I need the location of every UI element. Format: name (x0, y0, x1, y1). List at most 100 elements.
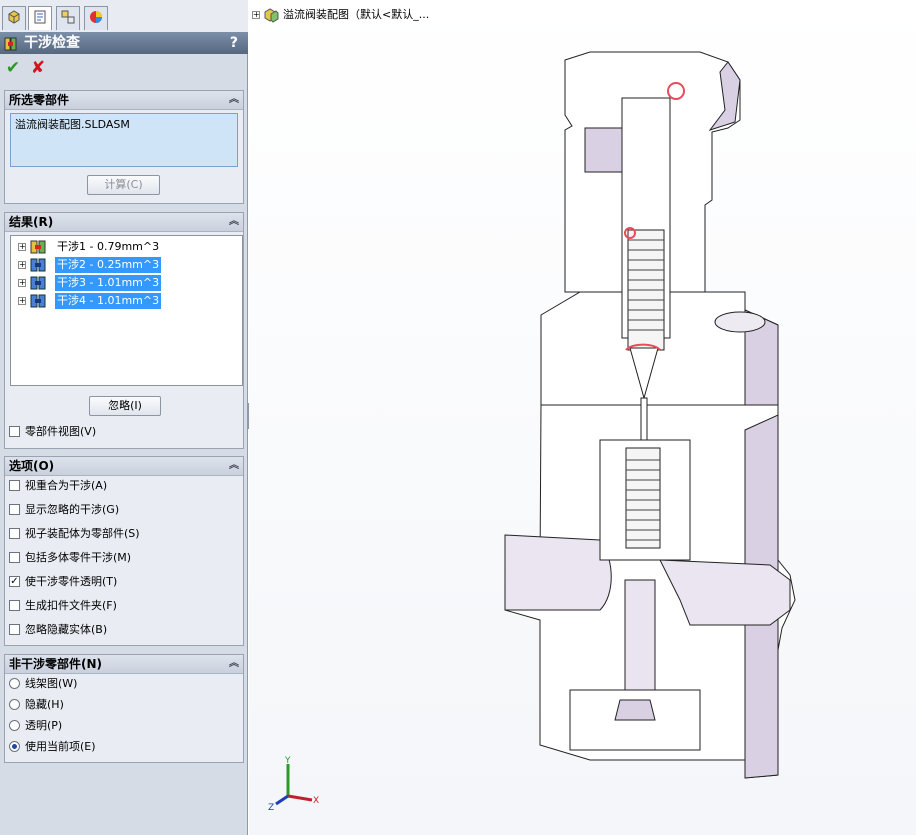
option-label: 视子装配体为零部件(S) (25, 527, 140, 540)
results-group: 结果(R) ︽ + 干涉1 - 0.79mm^3 + 干涉2 - 0.25mm^… (4, 212, 244, 449)
display-radio-selected[interactable] (9, 740, 20, 752)
option-checkbox-row[interactable]: 显示忽略的干涉(G) (9, 501, 119, 519)
options-group: 选项(O) ︽ 视重合为干涉(A) 显示忽略的干涉(G) 视子装配体为零部件(S… (4, 456, 244, 646)
cancel-button[interactable]: ✘ (29, 58, 47, 78)
interference-check-icon (4, 36, 18, 51)
component-view-checkbox-row[interactable]: 零部件视图(V) (9, 423, 96, 441)
result-label: 干涉1 - 0.79mm^3 (57, 240, 160, 253)
expand-icon[interactable]: + (18, 279, 26, 287)
component-view-checkbox[interactable] (9, 425, 20, 437)
inlet-passage (504, 534, 612, 611)
property-manager-title-bar: 干涉检查 ? (0, 32, 248, 54)
radio-label: 使用当前项(E) (25, 740, 96, 753)
collapse-chevron-icon[interactable]: ︽ (229, 91, 239, 109)
collapse-chevron-icon[interactable]: ︽ (229, 457, 239, 475)
options-header[interactable]: 选项(O) ︽ (5, 457, 243, 476)
y-axis-label: Y (284, 756, 291, 766)
result-item[interactable]: + 干涉2 - 0.25mm^3 (11, 256, 241, 274)
display-radio[interactable] (9, 698, 20, 710)
option-checkbox-row[interactable]: 包括多体零件干涉(M) (9, 549, 131, 567)
result-label: 干涉2 - 0.25mm^3 (55, 257, 162, 273)
option-checkbox[interactable] (9, 551, 20, 563)
option-label: 生成扣件文件夹(F) (25, 599, 117, 612)
radio-label: 透明(P) (25, 719, 63, 732)
results-list[interactable]: + 干涉1 - 0.79mm^3 + 干涉2 - 0.25mm^3 + 干涉3 … (10, 235, 243, 386)
expand-icon[interactable]: + (18, 261, 26, 269)
group-title: 所选零部件 (9, 93, 70, 107)
calculate-button[interactable]: 计算(C) (87, 175, 160, 195)
ok-button[interactable]: ✔ (4, 58, 22, 78)
option-checkbox[interactable] (9, 623, 20, 635)
option-checkbox[interactable] (9, 527, 20, 539)
display-manager-tab[interactable] (84, 6, 108, 30)
checkmark-icon: ✔ (5, 58, 21, 78)
result-item[interactable]: + 干涉4 - 1.01mm^3 (11, 292, 241, 310)
display-radio-row[interactable]: 线架图(W) (9, 675, 77, 693)
display-radio-row[interactable]: 透明(P) (9, 717, 62, 735)
collapse-chevron-icon[interactable]: ︽ (229, 655, 239, 673)
section-view-model[interactable] (249, 0, 916, 835)
property-manager-icon (32, 9, 48, 29)
configuration-manager-tab[interactable] (56, 6, 80, 30)
interference-icon (30, 293, 46, 309)
appearance-icon (88, 9, 104, 29)
x-axis-icon (287, 794, 313, 802)
configuration-icon (60, 9, 76, 29)
close-icon: ✘ (30, 58, 46, 78)
result-item[interactable]: + 干涉3 - 1.01mm^3 (11, 274, 241, 292)
feature-manager-tab[interactable] (2, 6, 26, 30)
option-checkbox-row[interactable]: 视子装配体为零部件(S) (9, 525, 140, 543)
interference-icon (30, 275, 46, 291)
non-interfering-header[interactable]: 非干涉零部件(N) ︽ (5, 655, 243, 674)
option-checkbox[interactable] (9, 503, 20, 515)
option-checkbox-row[interactable]: ✓ 使干涉零件透明(T) (9, 573, 117, 591)
selected-components-group: 所选零部件 ︽ 溢流阀装配图.SLDASM 计算(C) (4, 90, 244, 204)
expand-icon[interactable]: + (18, 297, 26, 305)
non-interfering-group: 非干涉零部件(N) ︽ 线架图(W) 隐藏(H) 透明(P) 使用当前项(E) (4, 654, 244, 763)
option-label: 忽略隐藏实体(B) (25, 623, 108, 636)
option-checkbox[interactable] (9, 479, 20, 491)
option-checkbox-row[interactable]: 视重合为干涉(A) (9, 477, 107, 495)
option-checkbox-row[interactable]: 忽略隐藏实体(B) (9, 621, 107, 639)
cap-inner-shade (584, 127, 626, 173)
interference-icon (30, 239, 46, 255)
z-axis-icon (275, 794, 289, 806)
option-label: 使干涉零件透明(T) (25, 575, 118, 588)
checkbox-label: 零部件视图(V) (25, 425, 97, 438)
result-label: 干涉3 - 1.01mm^3 (55, 275, 162, 291)
display-radio[interactable] (9, 719, 20, 731)
property-manager-panel: 干涉检查 ? ✔ ✘ 所选零部件 ︽ 溢流阀装配图.SLDASM 计算(C) 结… (0, 0, 248, 835)
group-title: 选项(O) (9, 459, 55, 473)
option-label: 显示忽略的干涉(G) (25, 503, 120, 516)
manager-tabs (0, 0, 248, 32)
plug-shade (614, 699, 656, 721)
x-axis-label: X (313, 796, 319, 806)
radio-label: 线架图(W) (25, 677, 78, 690)
option-label: 视重合为干涉(A) (25, 479, 108, 492)
option-label: 包括多体零件干涉(M) (25, 551, 132, 564)
collapse-chevron-icon[interactable]: ︽ (229, 213, 239, 231)
selected-components-header[interactable]: 所选零部件 ︽ (5, 91, 243, 110)
option-checkbox-checked[interactable]: ✓ (9, 575, 20, 587)
result-label: 干涉4 - 1.01mm^3 (55, 293, 162, 309)
selected-components-list[interactable]: 溢流阀装配图.SLDASM (10, 113, 238, 167)
radio-label: 隐藏(H) (25, 698, 64, 711)
results-header[interactable]: 结果(R) ︽ (5, 213, 243, 232)
help-button[interactable]: ? (230, 32, 238, 54)
feature-tree-icon (6, 9, 22, 29)
option-checkbox[interactable] (9, 599, 20, 611)
option-checkbox-row[interactable]: 生成扣件文件夹(F) (9, 597, 117, 615)
display-radio-row[interactable]: 使用当前项(E) (9, 738, 96, 756)
z-axis-label: Z (268, 803, 274, 812)
port-hole (714, 311, 766, 333)
group-title: 非干涉零部件(N) (9, 657, 103, 671)
ignore-button[interactable]: 忽略(I) (89, 396, 161, 416)
property-manager-tab[interactable] (28, 6, 52, 30)
display-radio[interactable] (9, 677, 20, 689)
selected-component-item[interactable]: 溢流阀装配图.SLDASM (15, 118, 130, 131)
page-title: 干涉检查 (24, 35, 80, 51)
result-item[interactable]: + 干涉1 - 0.79mm^3 (11, 238, 241, 256)
group-title: 结果(R) (9, 215, 54, 229)
display-radio-row[interactable]: 隐藏(H) (9, 696, 64, 714)
expand-icon[interactable]: + (18, 243, 26, 251)
